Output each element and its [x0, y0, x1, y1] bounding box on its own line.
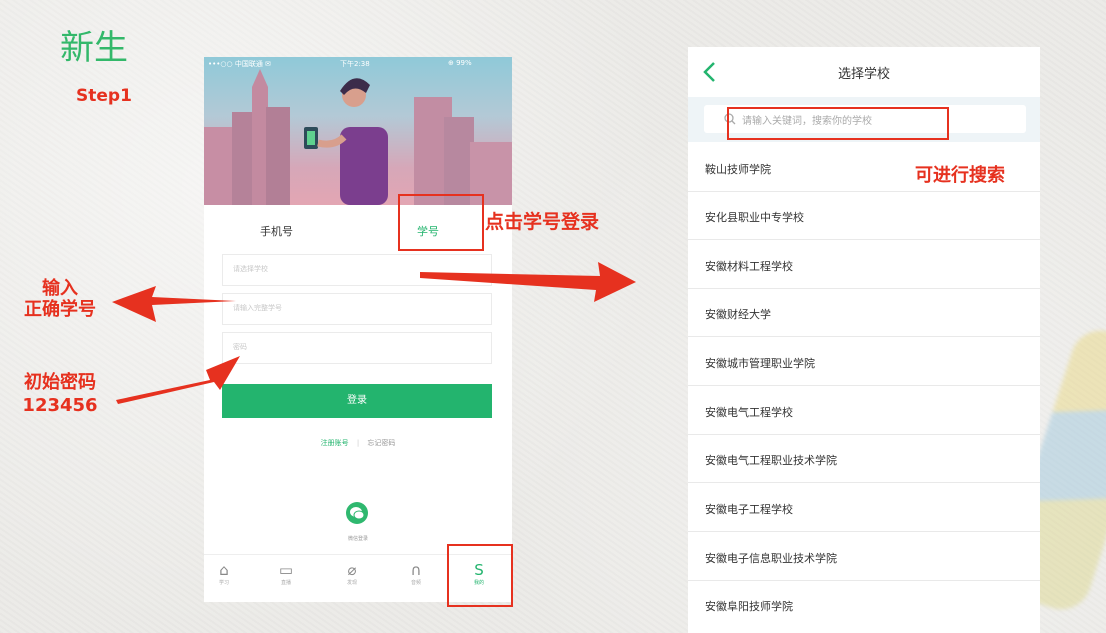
- school-name: 安徽财经大学: [705, 308, 771, 321]
- school-name: 安徽城市管理职业学院: [705, 357, 815, 370]
- school-name: 安徽电气工程职业技术学院: [705, 454, 837, 467]
- nav-bar: 选择学校: [688, 47, 1040, 97]
- school-name: 安徽电子工程学校: [705, 503, 793, 516]
- school-name: 安徽材料工程学校: [705, 260, 793, 273]
- list-item[interactable]: 安徽财经大学: [688, 289, 1040, 337]
- arrow-to-schools-icon: [420, 262, 636, 302]
- school-name: 安徽电气工程学校: [705, 406, 793, 419]
- list-item[interactable]: 安徽电子工程学校: [688, 484, 1040, 532]
- highlight-search-bar: [727, 107, 949, 140]
- arrow-to-student-id-icon: [112, 286, 236, 322]
- school-name: 安徽阜阳技师学院: [705, 600, 793, 613]
- school-name: 安化县职业中专学校: [705, 211, 804, 224]
- school-name: 安徽电子信息职业技术学院: [705, 552, 837, 565]
- nav-title: 选择学校: [837, 67, 890, 82]
- arrow-to-password-icon: [116, 356, 240, 404]
- list-item[interactable]: 安徽电气工程学校: [688, 387, 1040, 435]
- list-item[interactable]: 安徽电气工程职业技术学院: [688, 435, 1040, 483]
- list-item[interactable]: 安化县职业中专学校: [688, 192, 1040, 240]
- list-item[interactable]: 安徽电子信息职业技术学院: [688, 533, 1040, 581]
- list-item[interactable]: 安徽阜阳技师学院: [688, 581, 1040, 629]
- school-name: 鞍山技师学院: [705, 163, 771, 176]
- list-item[interactable]: 安徽材料工程学校: [688, 241, 1040, 289]
- annot-search: 可进行搜索: [915, 165, 1005, 186]
- list-item[interactable]: 安徽城市管理职业学院: [688, 338, 1040, 386]
